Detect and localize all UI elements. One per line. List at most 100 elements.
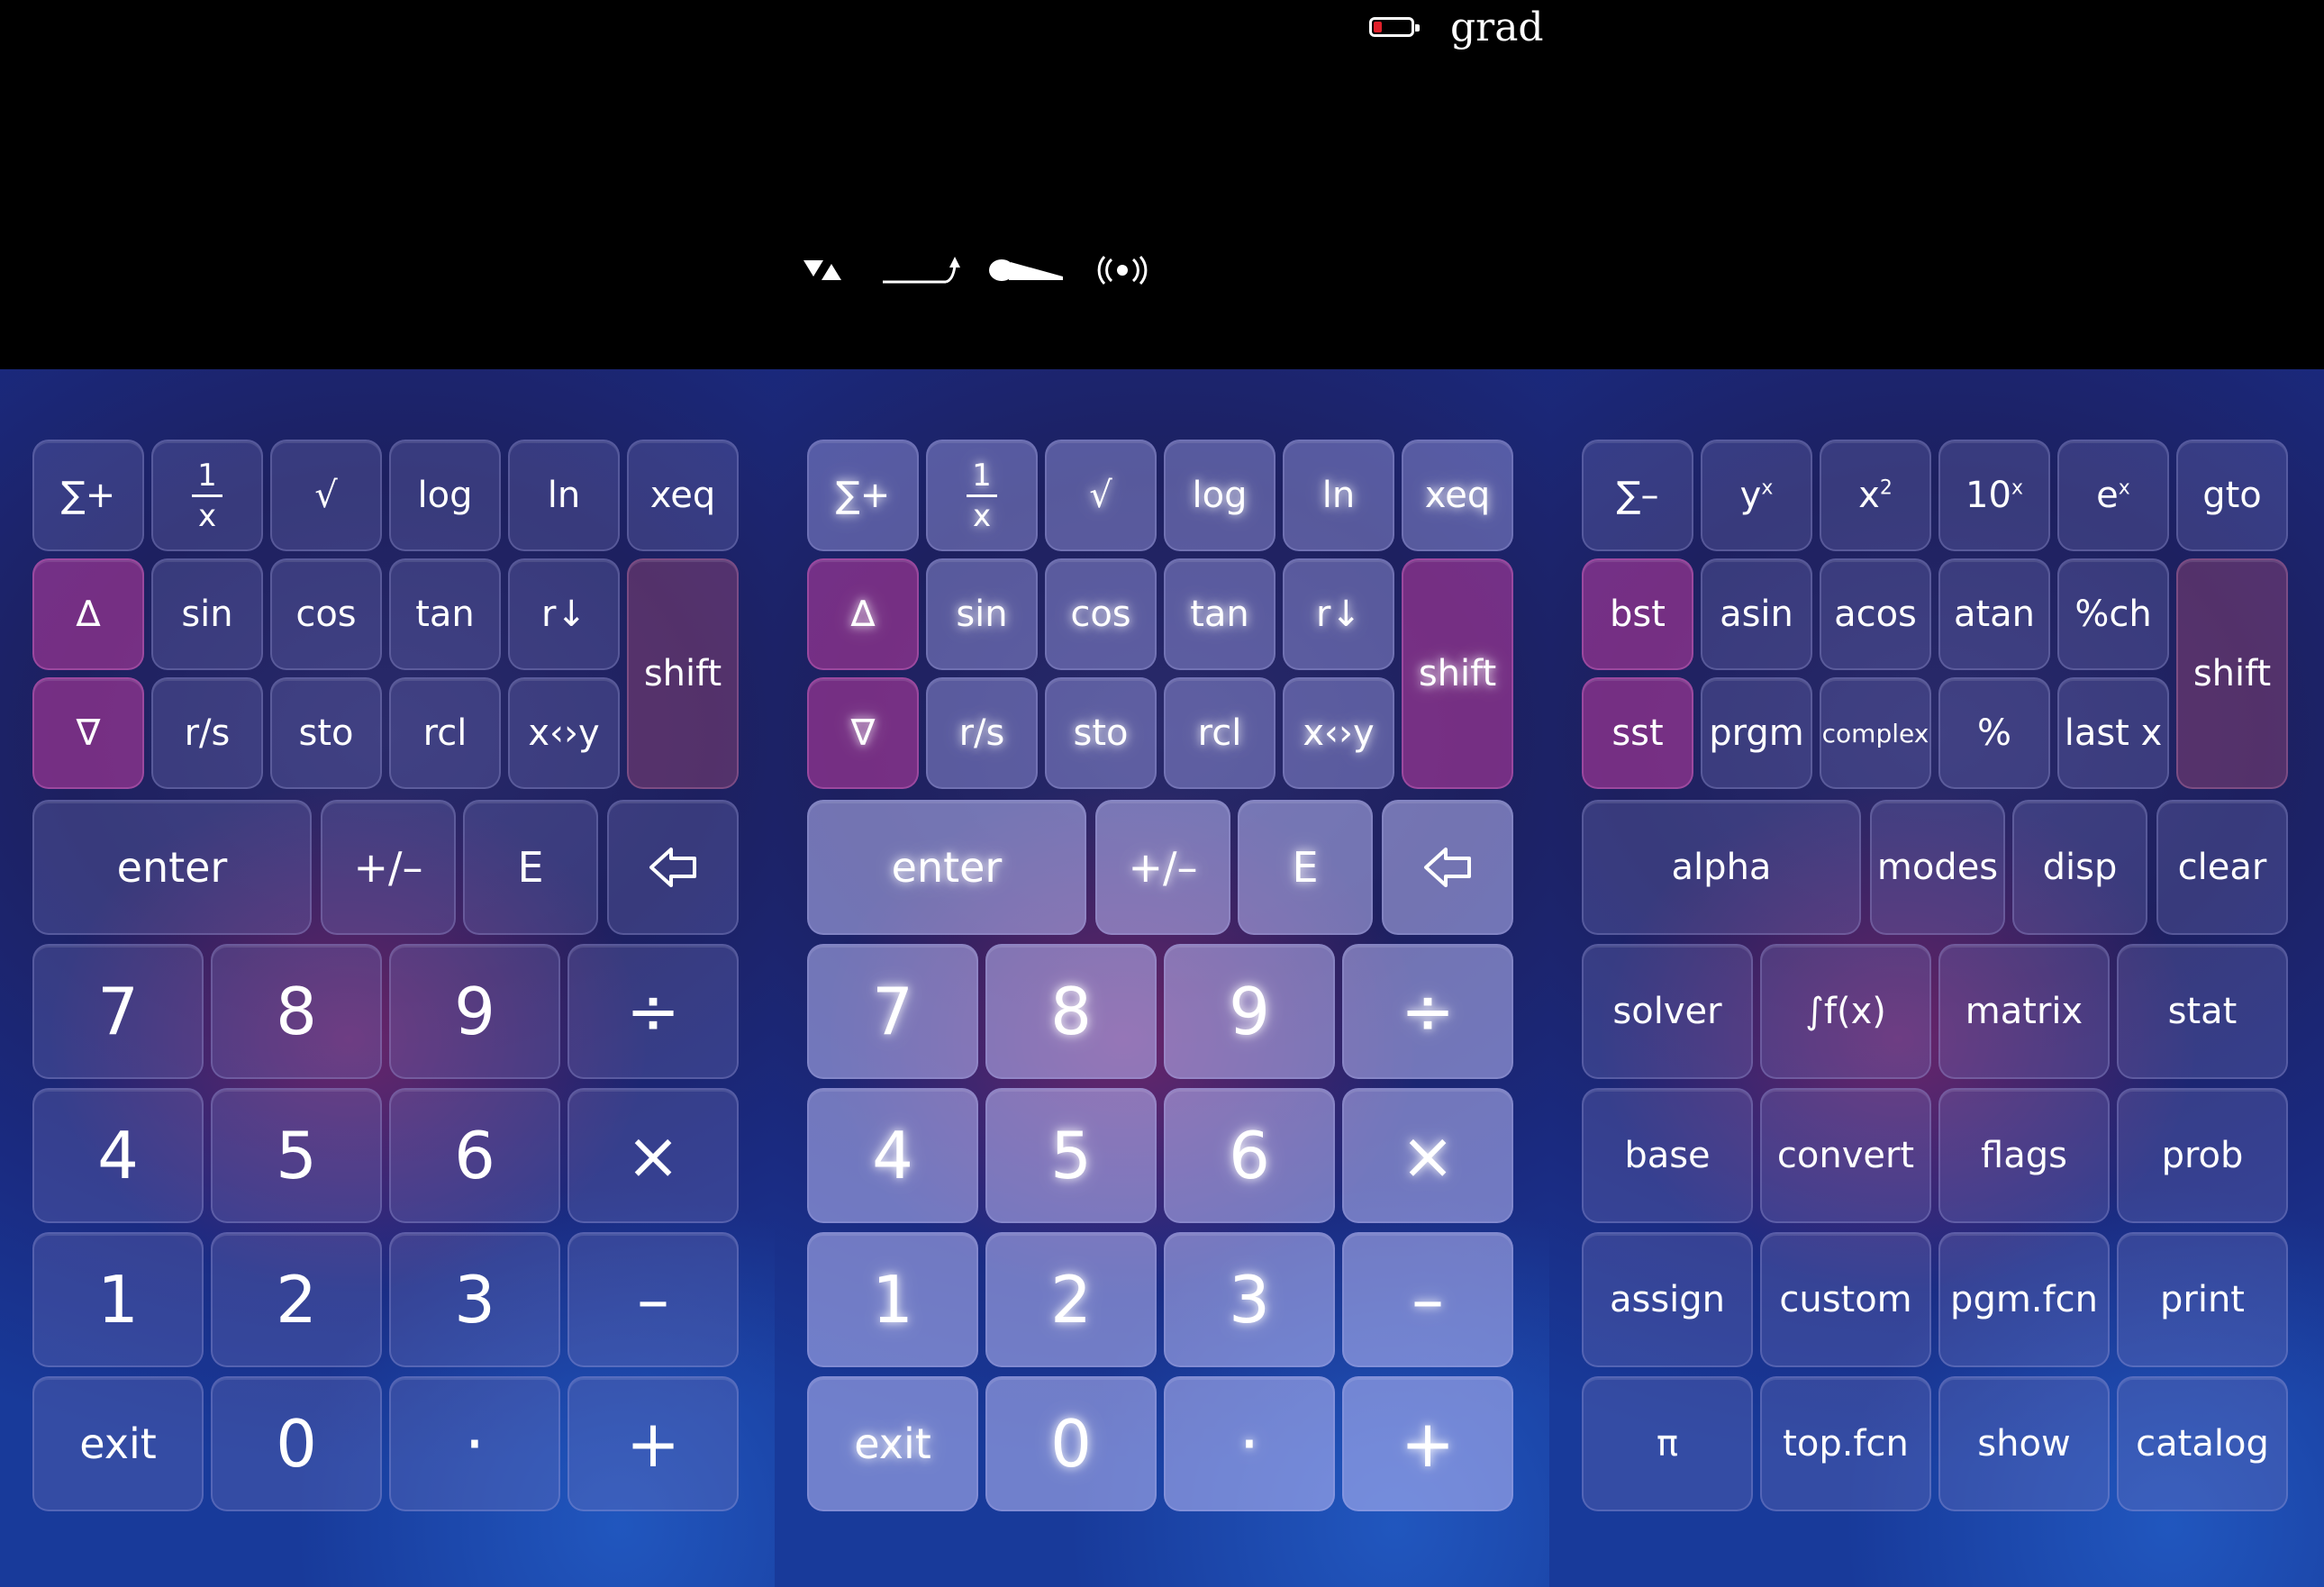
key-4[interactable]: 4	[807, 1088, 978, 1223]
key-custom[interactable]: custom	[1760, 1232, 1931, 1367]
key-subtract[interactable]: –	[567, 1232, 739, 1367]
key-clear[interactable]: clear	[2156, 800, 2288, 935]
key-alpha[interactable]: alpha	[1582, 800, 1861, 935]
key-exponent[interactable]: E	[463, 800, 598, 935]
key-show[interactable]: show	[1938, 1376, 2110, 1511]
key-assign[interactable]: assign	[1582, 1232, 1753, 1367]
key-7[interactable]: 7	[32, 944, 204, 1079]
key-modes[interactable]: modes	[1870, 800, 2005, 935]
key-atan[interactable]: atan	[1938, 558, 2050, 670]
key-complex[interactable]: complex	[1820, 677, 1931, 789]
key-decimal[interactable]: ·	[1164, 1376, 1335, 1511]
key-sigma-plus[interactable]: ∑+	[32, 440, 144, 551]
key-cos[interactable]: cos	[1045, 558, 1157, 670]
key-divide[interactable]: ÷	[1342, 944, 1513, 1079]
key-exponent[interactable]: E	[1238, 800, 1373, 935]
key-up[interactable]: ∆	[807, 558, 919, 670]
key-enter[interactable]: enter	[807, 800, 1086, 935]
key-sqrt[interactable]: √	[1045, 440, 1157, 551]
key-log[interactable]: log	[389, 440, 501, 551]
key-shift[interactable]: shift	[2176, 558, 2288, 789]
key-solver[interactable]: solver	[1582, 944, 1753, 1079]
key-8[interactable]: 8	[985, 944, 1157, 1079]
key-up[interactable]: ∆	[32, 558, 144, 670]
key-stat[interactable]: stat	[2117, 944, 2288, 1079]
key-sigma-plus[interactable]: ∑+	[807, 440, 919, 551]
key-prob[interactable]: prob	[2117, 1088, 2288, 1223]
key-shift[interactable]: shift	[627, 558, 739, 789]
key-enter[interactable]: enter	[32, 800, 312, 935]
key-sin[interactable]: sin	[151, 558, 263, 670]
key-roll-down[interactable]: r↓	[1283, 558, 1394, 670]
key-change-sign[interactable]: +/–	[321, 800, 456, 935]
key-sigma-minus[interactable]: ∑–	[1582, 440, 1693, 551]
key-sin[interactable]: sin	[926, 558, 1038, 670]
key-reciprocal[interactable]: 1x	[151, 440, 263, 551]
key-percent[interactable]: %	[1938, 677, 2050, 789]
key-matrix[interactable]: matrix	[1938, 944, 2110, 1079]
key-sto[interactable]: sto	[1045, 677, 1157, 789]
key-print[interactable]: print	[2117, 1232, 2288, 1367]
key-4[interactable]: 4	[32, 1088, 204, 1223]
key-3[interactable]: 3	[389, 1232, 560, 1367]
key-percent-change[interactable]: %ch	[2057, 558, 2169, 670]
key-rcl[interactable]: rcl	[389, 677, 501, 789]
key-x-squared[interactable]: x2	[1820, 440, 1931, 551]
key-swap-xy[interactable]: x‹›y	[508, 677, 620, 789]
key-shift[interactable]: shift	[1402, 558, 1513, 789]
key-catalog[interactable]: catalog	[2117, 1376, 2288, 1511]
key-top-fcn[interactable]: top.fcn	[1760, 1376, 1931, 1511]
key-backspace[interactable]	[607, 800, 739, 935]
key-subtract[interactable]: –	[1342, 1232, 1513, 1367]
key-run-stop[interactable]: r/s	[926, 677, 1038, 789]
key-exit[interactable]: exit	[32, 1376, 204, 1511]
key-reciprocal[interactable]: 1x	[926, 440, 1038, 551]
key-ln[interactable]: ln	[508, 440, 620, 551]
key-change-sign[interactable]: +/–	[1095, 800, 1230, 935]
key-sqrt[interactable]: √	[270, 440, 382, 551]
key-sto[interactable]: sto	[270, 677, 382, 789]
key-decimal[interactable]: ·	[389, 1376, 560, 1511]
key-3[interactable]: 3	[1164, 1232, 1335, 1367]
key-add[interactable]: +	[1342, 1376, 1513, 1511]
key-1[interactable]: 1	[807, 1232, 978, 1367]
key-pgm-fcn[interactable]: pgm.fcn	[1938, 1232, 2110, 1367]
key-5[interactable]: 5	[211, 1088, 382, 1223]
key-down[interactable]: ∇	[32, 677, 144, 789]
key-last-x[interactable]: last x	[2057, 677, 2169, 789]
key-roll-down[interactable]: r↓	[508, 558, 620, 670]
key-base[interactable]: base	[1582, 1088, 1753, 1223]
key-9[interactable]: 9	[389, 944, 560, 1079]
key-prgm[interactable]: prgm	[1701, 677, 1812, 789]
key-exit[interactable]: exit	[807, 1376, 978, 1511]
key-xeq[interactable]: xeq	[1402, 440, 1513, 551]
key-gto[interactable]: gto	[2176, 440, 2288, 551]
key-divide[interactable]: ÷	[567, 944, 739, 1079]
key-sst[interactable]: sst	[1582, 677, 1693, 789]
key-0[interactable]: 0	[211, 1376, 382, 1511]
key-pi[interactable]: π	[1582, 1376, 1753, 1511]
key-convert[interactable]: convert	[1760, 1088, 1931, 1223]
key-2[interactable]: 2	[985, 1232, 1157, 1367]
key-9[interactable]: 9	[1164, 944, 1335, 1079]
key-swap-xy[interactable]: x‹›y	[1283, 677, 1394, 789]
key-rcl[interactable]: rcl	[1164, 677, 1275, 789]
key-xeq[interactable]: xeq	[627, 440, 739, 551]
key-6[interactable]: 6	[1164, 1088, 1335, 1223]
key-acos[interactable]: acos	[1820, 558, 1931, 670]
key-cos[interactable]: cos	[270, 558, 382, 670]
key-tan[interactable]: tan	[389, 558, 501, 670]
key-ln[interactable]: ln	[1283, 440, 1394, 551]
key-7[interactable]: 7	[807, 944, 978, 1079]
key-bst[interactable]: bst	[1582, 558, 1693, 670]
key-asin[interactable]: asin	[1701, 558, 1812, 670]
key-y-pow-x[interactable]: yx	[1701, 440, 1812, 551]
key-down[interactable]: ∇	[807, 677, 919, 789]
key-0[interactable]: 0	[985, 1376, 1157, 1511]
key-add[interactable]: +	[567, 1376, 739, 1511]
key-6[interactable]: 6	[389, 1088, 560, 1223]
key-backspace[interactable]	[1382, 800, 1513, 935]
key-integrate[interactable]: ∫f(x)	[1760, 944, 1931, 1079]
key-8[interactable]: 8	[211, 944, 382, 1079]
key-5[interactable]: 5	[985, 1088, 1157, 1223]
